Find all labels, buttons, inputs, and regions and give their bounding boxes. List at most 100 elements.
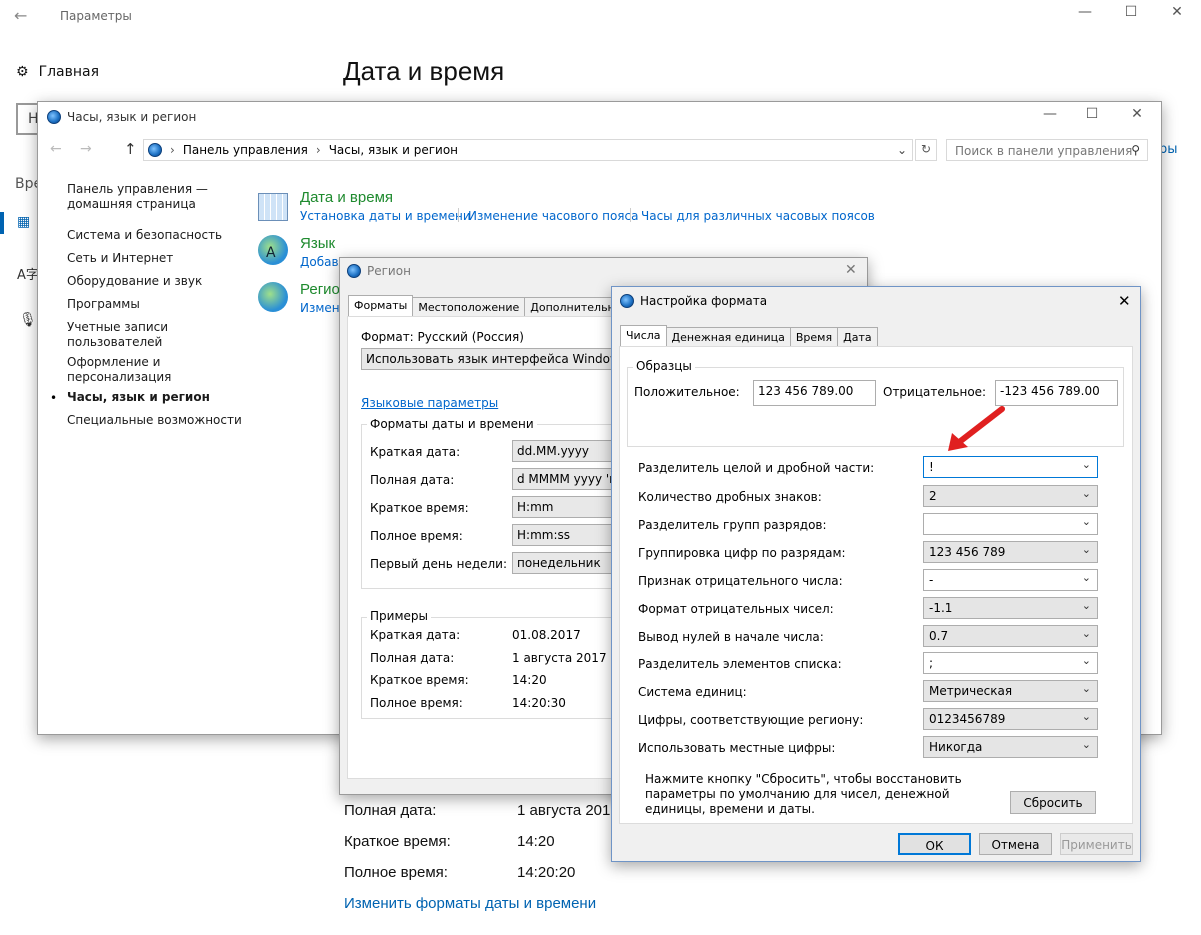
sidebar-item[interactable]: Специальные возможности [67,413,242,428]
nav-forward-icon[interactable]: → [80,141,92,157]
cp-minimize-icon[interactable]: — [1035,106,1065,128]
format-dialog-icon [620,294,634,308]
cp-search-input[interactable]: Поиск в панели управления ⚲ [946,139,1148,161]
cp-maximize-icon[interactable]: ☐ [1077,106,1107,128]
formats-group-label: Форматы даты и времени [367,417,537,431]
sidebar-item[interactable]: Оборудование и звук [67,274,202,289]
change-timezone-link[interactable]: Изменение часового пояса [468,209,638,223]
divider [458,208,459,222]
format-close-icon[interactable]: ✕ [1118,292,1131,310]
chevron-down-icon: ⌄ [1081,710,1091,723]
tab-numbers[interactable]: Числа [620,325,667,347]
divider [630,208,631,222]
full-date-value: 1 августа 2017 [517,802,619,819]
reset-button[interactable]: Сбросить [1010,791,1096,814]
sidebar-item[interactable]: Оформление и персонализация [67,355,177,385]
minimize-icon[interactable]: — [1070,4,1100,26]
set-date-link[interactable]: Установка даты и времени [300,209,471,223]
long-time-label: Полное время: [370,529,463,543]
chevron-down-icon: ⌄ [1081,543,1091,556]
address-bar[interactable]: › Панель управления › Часы, язык и регио… [143,139,913,161]
chevron-down-icon: ⌄ [1081,738,1091,751]
long-date-label: Полная дата: [370,473,455,487]
tab-formats[interactable]: Форматы [348,295,414,317]
language-settings-link[interactable]: Языковые параметры [361,396,498,410]
apply-button[interactable]: Применить [1060,833,1133,855]
sidebar-item[interactable]: Программы [67,297,140,312]
long-time-select[interactable]: H:mm:ss [512,524,617,546]
datetime-heading[interactable]: Дата и время [300,189,393,206]
decimal-separator-combo[interactable]: ! ⌄ [923,456,1098,478]
change-formats-link[interactable]: Изменить форматы даты и времени [344,895,596,912]
language-heading[interactable]: Язык [300,235,335,252]
sidebar-home-link[interactable]: Панель управления — домашняя страница [67,182,217,212]
example-value: 14:20 [512,673,547,687]
samples-group [627,367,1124,447]
nav-back-icon[interactable]: ← [50,141,62,157]
example-label: Краткая дата: [370,628,461,642]
native-digits-combo[interactable]: 0123456789 ⌄ [923,708,1098,730]
first-day-select[interactable]: понедельник [512,552,617,574]
use-native-digits-combo[interactable]: Никогда ⌄ [923,736,1098,758]
calendar-clock-icon [258,193,288,221]
negative-sign-combo[interactable]: - ⌄ [923,569,1098,591]
sidebar-item[interactable]: Система и безопасность [67,228,222,243]
breadcrumb-item[interactable]: Панель управления [183,143,308,157]
short-time-label: Краткое время: [370,501,469,515]
short-date-select[interactable]: dd.MM.yyyy [512,440,617,462]
search-icon: ⚲ [1131,143,1140,157]
nav-up-icon[interactable]: ↑ [124,140,137,158]
use-native-digits-label: Использовать местные цифры: [638,741,836,755]
format-title: Настройка формата [640,294,768,308]
ok-button[interactable]: ОК [898,833,971,855]
chevron-down-icon: ⌄ [1081,682,1091,695]
cancel-button[interactable]: Отмена [979,833,1052,855]
decimal-separator-label: Разделитель целой и дробной части: [638,461,875,475]
short-date-label: Краткая дата: [370,445,461,459]
first-day-label: Первый день недели: [370,557,508,571]
negative-format-value: -1.1 [929,601,953,615]
sidebar-item[interactable]: Сеть и Интернет [67,251,173,266]
cp-search-placeholder: Поиск в панели управления [955,144,1133,158]
maximize-icon[interactable]: ☐ [1116,4,1146,26]
digit-grouping-combo[interactable]: 123 456 789 ⌄ [923,541,1098,563]
language-globe-icon: A [258,235,288,265]
measurement-value: Метрическая [929,684,1013,698]
breadcrumb-item[interactable]: Часы, язык и регион [329,143,458,157]
microphone-icon[interactable]: 🎙 [19,312,37,328]
format-select[interactable]: Использовать язык интерфейса Windows (ре [361,348,617,370]
world-clocks-link[interactable]: Часы для различных часовых поясов [641,209,875,223]
leading-zeros-combo[interactable]: 0.7 ⌄ [923,625,1098,647]
refresh-icon[interactable]: ↻ [915,139,937,161]
home-nav-item[interactable]: ⚙ Главная [16,64,99,80]
list-separator-combo[interactable]: ; ⌄ [923,652,1098,674]
globe-icon [47,110,61,124]
example-value: 14:20:30 [512,696,566,710]
long-time-value: 14:20:20 [517,864,576,881]
positive-label: Положительное: [634,385,740,399]
native-digits-label: Цифры, соответствующие региону: [638,713,864,727]
measurement-combo[interactable]: Метрическая ⌄ [923,680,1098,702]
short-time-select[interactable]: H:mm [512,496,617,518]
back-arrow-icon[interactable]: ← [14,6,27,25]
language-icon[interactable]: A字 [17,264,39,283]
sidebar-item[interactable]: Учетные записи пользователей [67,320,177,350]
region-close-icon[interactable]: ✕ [845,262,857,278]
example-label: Полное время: [370,696,463,710]
decimal-digits-label: Количество дробных знаков: [638,490,822,504]
calendar-icon[interactable]: ▦ [17,214,30,230]
sidebar-item-current[interactable]: Часы, язык и регион [67,390,210,405]
chevron-down-icon[interactable]: ⌄ [897,143,907,157]
cp-address-icon [148,143,162,157]
cp-titlebar: Часы, язык и регион [47,110,196,124]
example-value: 01.08.2017 [512,628,581,642]
red-arrow-annotation [948,406,1005,451]
long-date-select[interactable]: d MMMM yyyy 'г.' [512,468,617,490]
group-separator-combo[interactable]: ⌄ [923,513,1098,535]
cp-close-icon[interactable]: ✕ [1122,106,1152,128]
decimal-digits-combo[interactable]: 2 ⌄ [923,485,1098,507]
close-icon[interactable]: ✕ [1162,4,1192,26]
group-separator-label: Разделитель групп разрядов: [638,518,827,532]
measurement-label: Система единиц: [638,685,747,699]
negative-format-combo[interactable]: -1.1 ⌄ [923,597,1098,619]
